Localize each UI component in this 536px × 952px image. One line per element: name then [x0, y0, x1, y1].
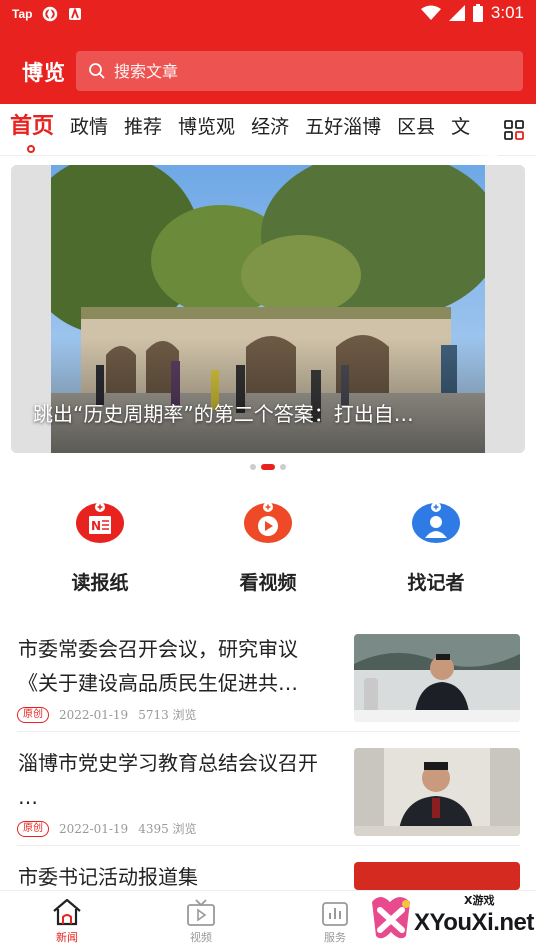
banner-caption: 跳出“历史周期率”的第二个答案：打出自…	[33, 402, 414, 426]
search-input[interactable]	[114, 61, 494, 81]
watermark-brand: XYouXi.net	[414, 909, 534, 936]
news-views: 4395 浏览	[138, 822, 197, 836]
news-thumbnail	[354, 862, 520, 890]
active-tab-indicator	[27, 145, 35, 153]
reporter-icon	[412, 502, 460, 543]
service-icon	[322, 902, 348, 926]
app-logo-icon	[43, 6, 58, 22]
status-time: 3:01	[490, 3, 524, 22]
tab-politics[interactable]: 政情	[62, 104, 116, 156]
tab-label: 首页	[10, 114, 55, 139]
search-icon	[89, 63, 105, 79]
banner-next-peek	[485, 165, 525, 453]
watermark-small-text: X游戏	[464, 894, 495, 907]
nav-news[interactable]: 新闻	[32, 897, 102, 945]
brand-logo: 博览	[22, 60, 66, 85]
divider	[17, 845, 520, 846]
signal-icon	[448, 5, 465, 21]
carousel-dot-active	[261, 464, 275, 470]
nav-service-label: 服务	[324, 931, 346, 944]
find-reporter-label: 找记者	[407, 572, 465, 594]
tab-boolanguan[interactable]: 博览观	[170, 104, 243, 156]
read-newspaper-label: 读报纸	[71, 572, 129, 594]
carousel-dot	[250, 464, 256, 470]
news-date: 2022-01-19	[59, 707, 129, 722]
category-tabs: 首页 政情 推荐 博览观 经济 五好淄博 区县文	[0, 104, 536, 156]
news-title: 淄博市党史学习教育总结会议召开 …	[18, 751, 318, 809]
status-bar: Tap 3:01	[0, 0, 536, 30]
news-date: 2022-01-19	[59, 821, 129, 836]
nav-news-label: 新闻	[56, 931, 78, 944]
divider	[17, 731, 520, 732]
tabs-fade	[468, 104, 498, 156]
news-meta: 原创 2022-01-19 5713 浏览	[17, 706, 197, 723]
banner-carousel[interactable]: 跳出“历史周期率”的第二个答案：打出自…	[11, 165, 525, 453]
watch-video-label: 看视频	[239, 572, 297, 594]
watch-video-button[interactable]: 看视频	[208, 502, 328, 595]
svg-text:N: N	[91, 519, 101, 533]
gamepad-logo-icon	[372, 897, 410, 939]
news-title: 市委书记活动报道集	[18, 865, 198, 889]
quick-actions: N 读报纸 看视频 找记者	[0, 502, 536, 602]
wifi-icon	[420, 5, 441, 20]
battery-icon	[472, 4, 483, 22]
nav-service[interactable]: 服务	[300, 897, 370, 945]
newspaper-icon: N	[76, 502, 124, 543]
news-title: 市委常委会召开会议，研究审议《关于建设高品质民生促进共…	[18, 637, 298, 695]
tv-icon	[187, 899, 215, 926]
tab-wuhao-zibo[interactable]: 五好淄博	[297, 104, 389, 156]
news-app-icon	[69, 7, 82, 20]
nav-video[interactable]: 视频	[166, 897, 236, 945]
original-badge: 原创	[17, 820, 49, 837]
tab-recommend[interactable]: 推荐	[116, 104, 170, 156]
nav-video-label: 视频	[190, 931, 212, 944]
read-newspaper-button[interactable]: N 读报纸	[40, 502, 160, 595]
carousel-indicator	[0, 464, 536, 470]
news-thumbnail	[354, 634, 520, 722]
news-item[interactable]: 市委常委会召开会议，研究审议《关于建设高品质民生促进共… 原创 2022-01-…	[17, 620, 520, 732]
play-icon	[244, 502, 292, 543]
carousel-dot	[280, 464, 286, 470]
original-badge: 原创	[17, 706, 49, 723]
news-views: 5713 浏览	[138, 708, 197, 722]
tab-districts[interactable]: 区县	[389, 104, 443, 156]
search-bar[interactable]	[76, 51, 523, 91]
news-item[interactable]: 淄博市党史学习教育总结会议召开 … 原创 2022-01-19 4395 浏览	[17, 734, 520, 846]
home-icon	[53, 898, 81, 926]
grid-icon[interactable]	[504, 120, 524, 140]
news-thumbnail	[354, 748, 520, 836]
site-watermark: X游戏 XYouXi.net	[366, 892, 536, 952]
top-bar: Tap 3:01 博览	[0, 0, 536, 104]
news-meta: 原创 2022-01-19 4395 浏览	[17, 820, 197, 837]
find-reporter-button[interactable]: 找记者	[376, 502, 496, 595]
tab-economy[interactable]: 经济	[243, 104, 297, 156]
status-app-label: Tap	[12, 7, 33, 21]
tab-home[interactable]: 首页	[0, 104, 62, 156]
